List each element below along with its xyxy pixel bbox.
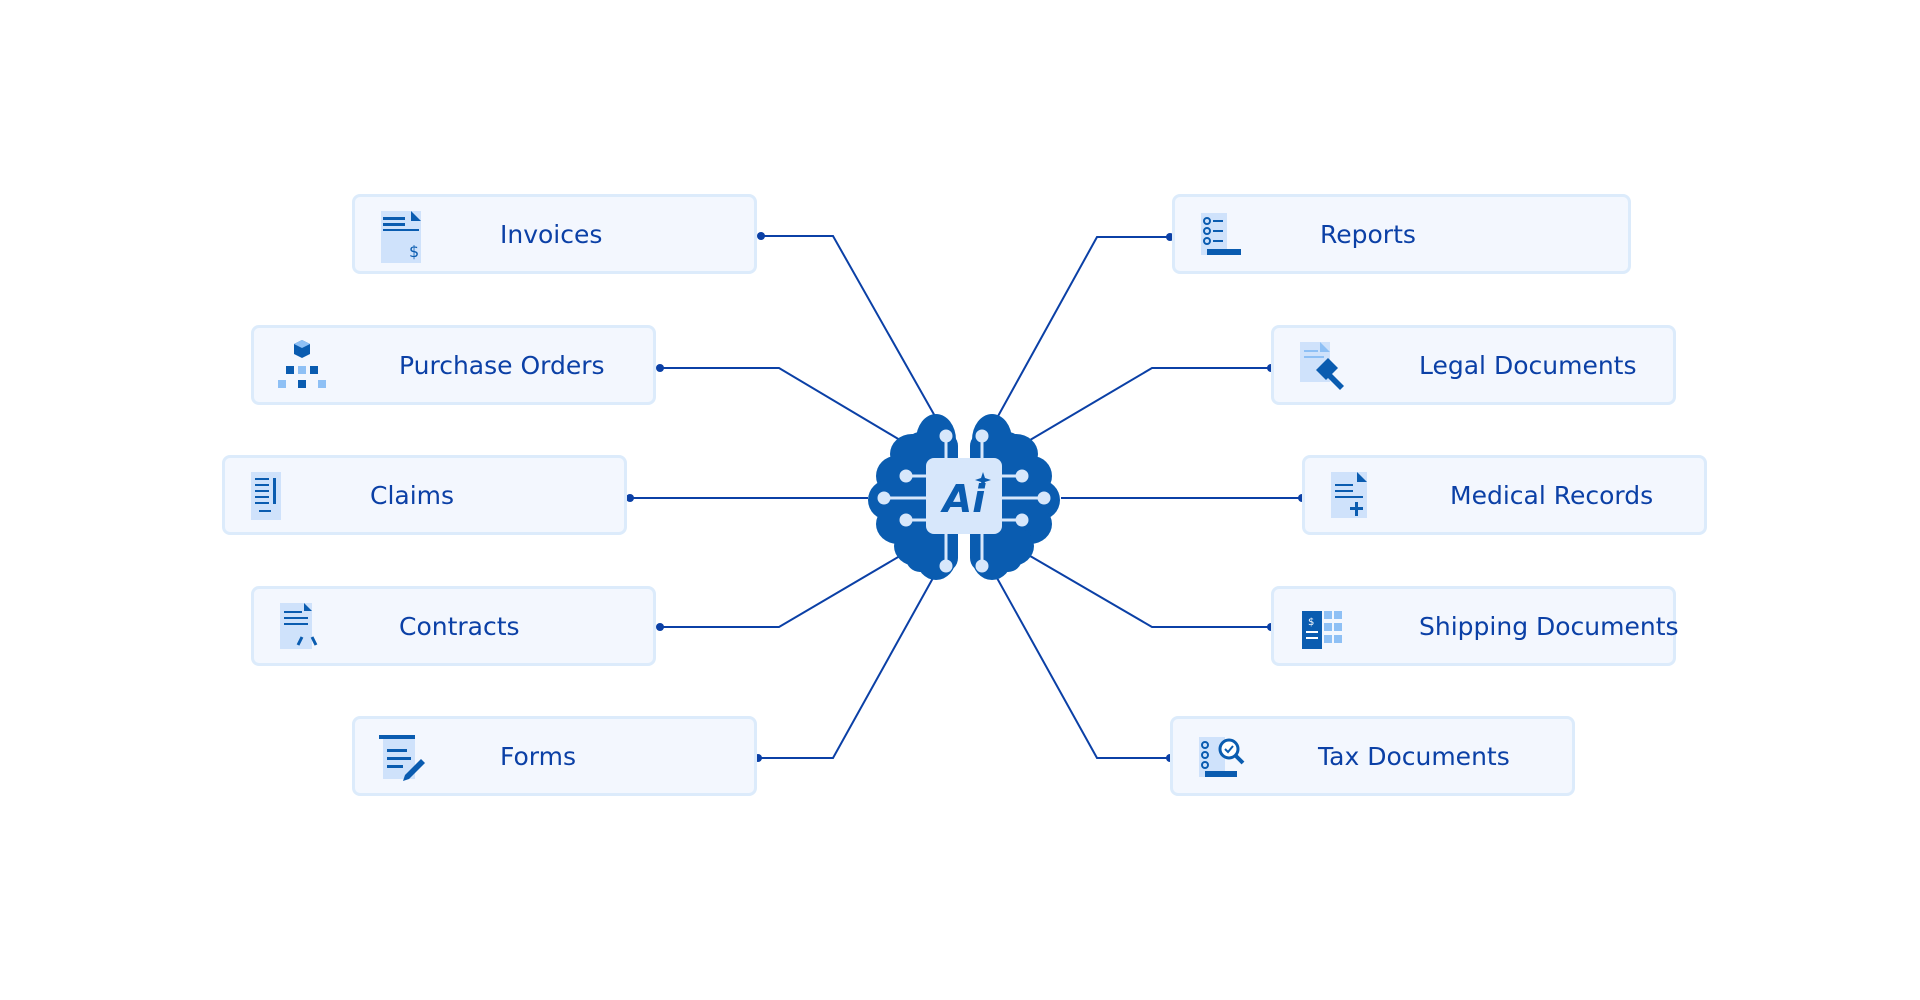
node-label: Contracts [399,612,520,641]
connector-line [761,235,937,419]
node-claims[interactable]: Claims [222,455,627,535]
form-edit-icon [379,735,425,781]
node-purchase-orders[interactable]: Purchase Orders [251,325,656,405]
node-label: Forms [500,742,577,771]
connector-line [996,577,1170,759]
connector-dot [757,232,765,240]
svg-text:$: $ [409,242,419,261]
node-label: Reports [1320,220,1416,249]
node-medical-records[interactable]: Medical Records [1302,455,1707,535]
node-label: Purchase Orders [399,351,605,380]
node-label: Invoices [500,220,603,249]
connector-line [996,236,1170,419]
node-label: Shipping Documents [1419,612,1679,641]
node-reports[interactable]: Reports [1172,194,1631,274]
shipping-document-icon: $ [1302,611,1342,649]
ai-chip-text: Ai [940,477,986,521]
connector-line [758,577,934,759]
node-label: Legal Documents [1419,351,1637,380]
report-checklist-icon [1201,213,1241,255]
ai-brain-icon: Ai [868,414,1060,582]
tax-search-icon [1199,737,1245,777]
node-label: Tax Documents [1318,742,1510,771]
gavel-icon [1300,342,1344,390]
connector-dot [656,623,664,631]
node-label: Claims [370,481,455,510]
hierarchy-icon [278,340,326,388]
node-forms[interactable]: Forms [352,716,757,796]
invoice-icon: $ [381,211,421,263]
contract-icon [280,603,318,649]
claim-document-icon [251,472,281,520]
svg-text:$: $ [1308,617,1314,628]
node-label: Medical Records [1450,481,1654,510]
node-tax-documents[interactable]: Tax Documents [1170,716,1575,796]
node-invoices[interactable]: $ Invoices [352,194,757,274]
connector-dot [656,364,664,372]
node-contracts[interactable]: Contracts [251,586,656,666]
medical-record-icon [1331,472,1367,518]
connector-dot [626,494,634,502]
node-legal-documents[interactable]: Legal Documents [1271,325,1676,405]
node-shipping-documents[interactable]: $ Shipping Documents [1271,586,1679,666]
